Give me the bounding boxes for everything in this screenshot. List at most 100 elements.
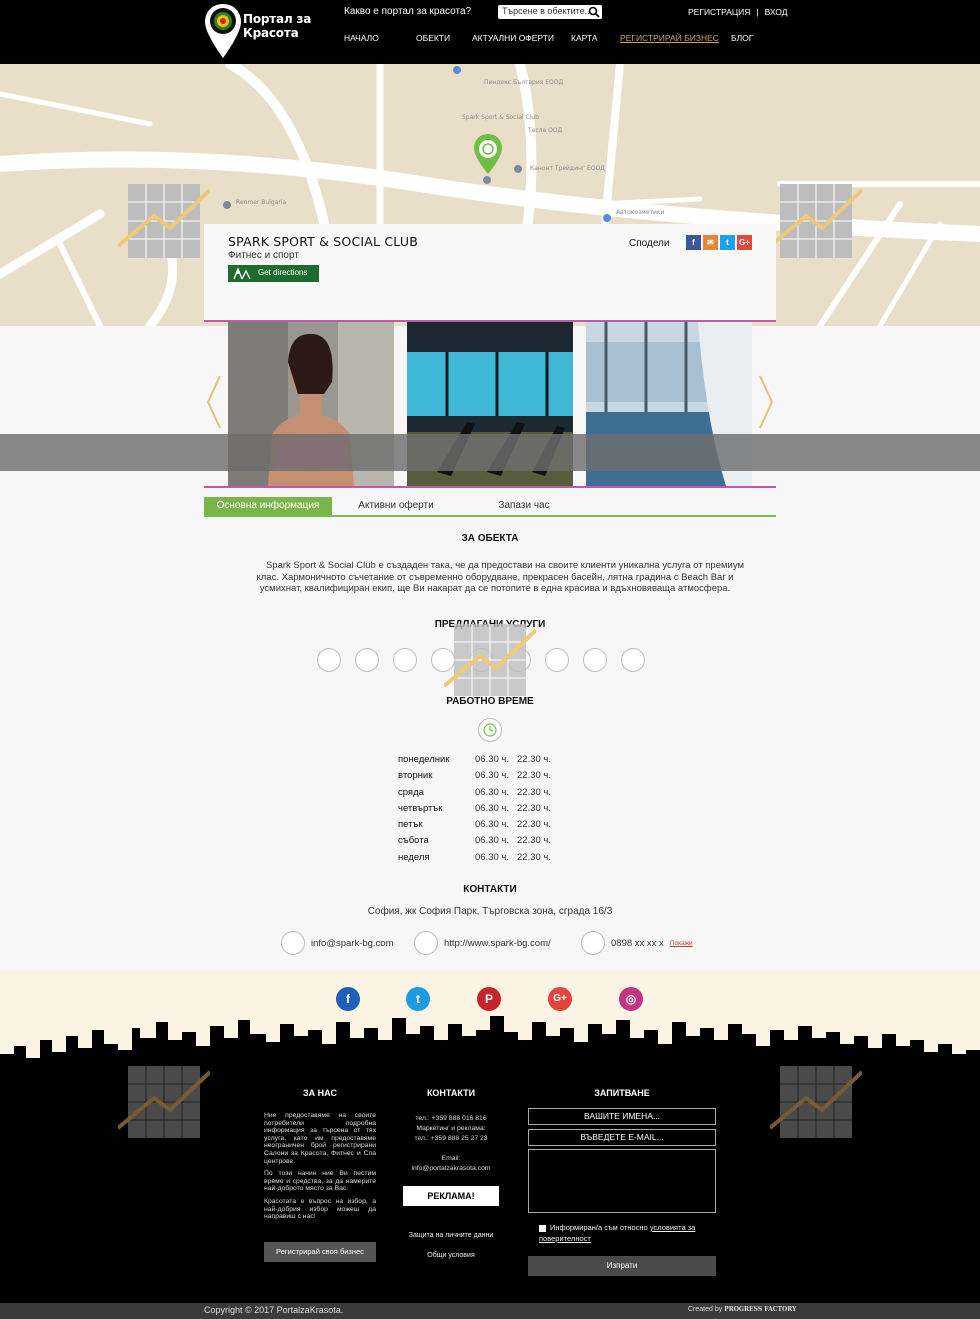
hours-day: четвъртък [398,802,443,814]
hours-row: вторник 06.30 ч. 22.30 ч. [398,770,551,786]
footer-email[interactable]: info@portalzakrasota.com [403,1164,499,1174]
hours-close: 22.30 ч. [517,754,552,765]
name-field[interactable]: ВАШИТЕ ИМЕНА... [528,1108,716,1125]
advertising-button[interactable]: РЕКЛАМА! [403,1186,499,1206]
agency-logo: PROGRESS FACTORY [724,1306,797,1313]
message-textarea[interactable] [528,1149,716,1213]
twitter-icon[interactable]: t [720,235,735,250]
consent-text: Информиран/а съм относно [550,1223,648,1232]
nav-blog[interactable]: БЛОГ [731,33,753,43]
consent-checkbox[interactable]: Информиран/а съм относно условията за по… [539,1222,719,1244]
instagram-icon[interactable]: ◎ [619,987,643,1011]
register-link[interactable]: РЕГИСТРАЦИЯ [688,7,750,17]
share-label: Сподели [629,238,670,249]
hours-heading: РАБОТНО ВРЕМЕ [446,696,534,707]
mail-icon[interactable]: ✉ [703,235,718,250]
dance-icon[interactable] [583,648,607,672]
google-plus-icon[interactable]: G+ [548,987,572,1011]
hours-day: понеделник [398,754,450,765]
pinterest-icon[interactable]: P [477,987,501,1011]
map-label-1: Пиндекс България ЕООД [484,79,563,86]
city-skyline-icon [0,1016,980,1070]
contact-email-text[interactable]: info@spark-bg.com [311,938,394,949]
gallery-next-arrow-icon[interactable] [756,372,776,432]
hours-row: сряда 06.30 ч. 22.30 ч. [398,787,551,803]
map-label-6: Автокозметики [616,209,665,216]
hours-close: 22.30 ч. [517,819,552,831]
twitter-icon[interactable]: t [406,987,430,1011]
share-icons: f ✉ t G+ [686,235,752,250]
swimming-icon[interactable] [545,648,569,672]
boxing-icon[interactable] [355,648,379,672]
contact-email[interactable]: info@spark-bg.com [281,931,394,955]
hours-open: 06.30 ч. [475,835,510,847]
hours-open: 06.30 ч. [475,786,510,798]
directions-icon [233,267,251,280]
send-button[interactable]: Изпрати [528,1256,716,1276]
yoga-icon[interactable] [393,648,417,672]
auth-separator: | [756,7,759,17]
footer-email-label: Email: [441,1155,461,1162]
search-input[interactable]: Търсене в обектите... [498,5,602,19]
tab-book-appointment[interactable]: Запази час [460,497,588,515]
fitness-icon[interactable] [317,648,341,672]
footer-about-p2: По този начин ние Ви пестим време и сред… [264,1170,376,1193]
business-title: SPARK SPORT & SOCIAL CLUB [228,234,418,249]
contact-website-text[interactable]: http://www.spark-bg.com/ [444,938,551,949]
register-business-button[interactable]: Регистрирай своя бизнес [264,1242,376,1262]
about-text: Spark Sport & Social Club е създаден так… [256,560,745,594]
nav-register-business[interactable]: РЕГИСТРИРАЙ БИЗНЕС [620,33,731,43]
business-card: SPARK SPORT & SOCIAL CLUB Фитнес и спорт… [204,224,776,322]
hours-open: 06.30 ч. [475,770,510,782]
tab-active-offers[interactable]: Активни оферти [332,497,460,515]
get-directions-button[interactable]: Get directions [228,265,319,282]
map-marker-icon [474,134,502,174]
checkbox[interactable] [539,1224,546,1232]
privacy-link[interactable]: Защита на личните данни [403,1232,499,1239]
auth-links: РЕГИСТРАЦИЯ | ВХОД [688,7,788,17]
gallery-prev-arrow-icon[interactable] [204,372,224,432]
tab-main-info[interactable]: Основна информация [204,497,332,515]
about-heading: ЗА ОБЕКТА [461,533,519,544]
email-field[interactable]: ВЪВЕДЕТЕ E-MAIL... [528,1129,716,1146]
footer-contacts-heading: КОНТАКТИ [426,1088,476,1098]
footer-inquiry-heading: ЗАПИТВАНЕ [594,1088,650,1098]
hours-close: 22.30 ч. [517,851,552,863]
hours-close: 22.30 ч. [517,802,552,814]
hours-row: четвъртък 06.30 ч. 22.30 ч. [398,803,551,819]
clock-icon [478,718,502,742]
main-nav: НАЧАЛО ОБЕКТИ АКТУАЛНИ ОФЕРТИ КАРТА РЕГИ… [344,33,753,43]
login-link[interactable]: ВХОД [765,7,788,17]
footer-about-text: Ние предоставяме на своите потребители п… [264,1112,376,1226]
facebook-icon[interactable]: f [686,235,701,250]
terms-link[interactable]: Общи условия [403,1252,499,1259]
nav-home[interactable]: НАЧАЛО [344,33,416,43]
contact-website[interactable]: http://www.spark-bg.com/ [414,931,551,955]
spa-icon[interactable] [621,648,645,672]
footer-phone: тел.: +359 888 016 816 [415,1115,487,1122]
image-placeholder-icon [770,1066,862,1138]
footer-phone2: тел.: +359 888 25 27 23 [414,1135,488,1142]
nav-objects[interactable]: ОБЕКТИ [416,33,472,43]
copyright-bar: Copyright © 2017 PortalzaKrasota. Create… [0,1303,980,1319]
created-by-label: Created by [688,1306,723,1313]
hours-open: 06.30 ч. [475,851,510,863]
created-by[interactable]: Created by PROGRESS FACTORY [688,1306,796,1313]
hours-close: 22.30 ч. [517,770,552,782]
phone-icon [581,931,605,955]
map-poi-icon [483,176,491,184]
search-icon[interactable] [588,6,600,18]
google-plus-icon[interactable]: G+ [737,235,752,250]
business-category[interactable]: Фитнес и спорт [228,250,299,261]
what-is-portal-link[interactable]: Какво е портал за красота? [344,6,471,17]
show-phone-link[interactable]: Покажи [670,940,693,947]
logo[interactable]: Портал за Красота [203,2,313,60]
facebook-icon[interactable]: f [336,987,360,1011]
nav-offers[interactable]: АКТУАЛНИ ОФЕРТИ [472,33,571,43]
hours-close: 22.30 ч. [517,835,552,847]
logo-line2: Красота [243,26,299,40]
nav-map[interactable]: КАРТА [571,33,620,43]
hours-row: понеделник 06.30 ч. 22.30 ч. [398,754,551,770]
map-label-3: Тесла ООД [527,127,563,134]
hours-day: вторник [398,770,433,782]
